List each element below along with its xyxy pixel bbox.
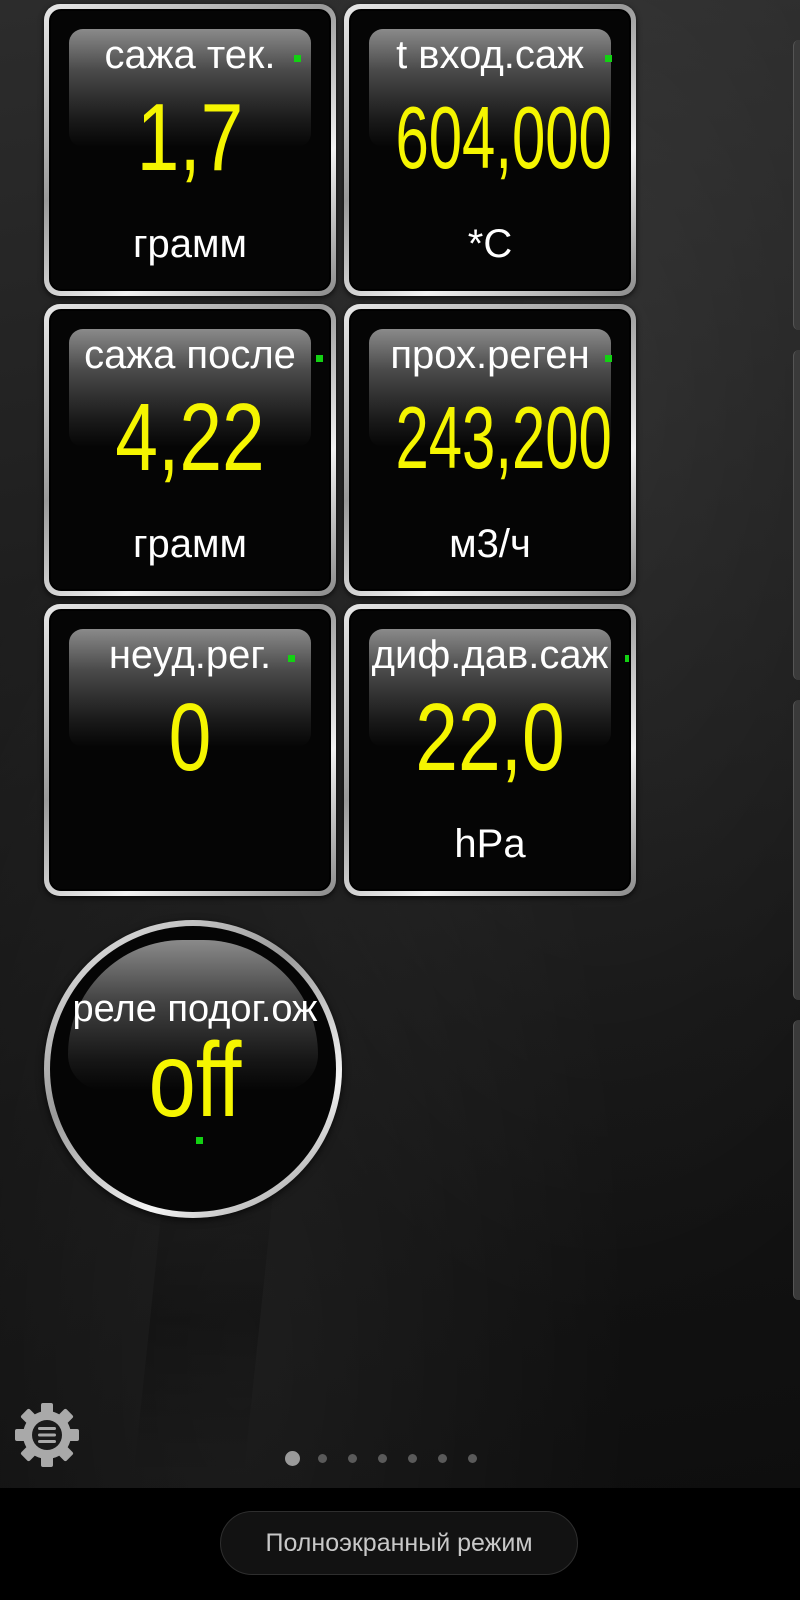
- page-dot-5[interactable]: [408, 1454, 417, 1463]
- gauge-value: 4,22: [115, 384, 265, 491]
- gauge-inlet-temp-soot[interactable]: t вход.саж 604,000 *C: [344, 4, 636, 296]
- status-indicator: [605, 55, 612, 62]
- gauge-face: t вход.саж 604,000 *C: [349, 9, 631, 291]
- page-dot-3[interactable]: [348, 1454, 357, 1463]
- gauge-value: 22,0: [415, 684, 565, 791]
- system-bottom-bar: Полноэкранный режим: [0, 1488, 800, 1600]
- edge-panel-handle-lower[interactable]: [793, 700, 800, 1000]
- status-indicator: [288, 655, 295, 662]
- gauge-face: сажа после 4,22 грамм: [49, 309, 331, 591]
- page-indicator: [0, 1451, 800, 1466]
- gauge-unit: грамм: [132, 222, 248, 266]
- status-indicator: [625, 655, 629, 662]
- gauge-unit: *C: [467, 222, 513, 266]
- gauge-unit: hPa: [454, 822, 526, 866]
- gauge-value: 0: [168, 684, 212, 791]
- gauge-regen-flow[interactable]: прох.реген 243,200 м3/ч: [344, 304, 636, 596]
- page-dot-2[interactable]: [318, 1454, 327, 1463]
- gauge-face: прох.реген 243,200 м3/ч: [349, 309, 631, 591]
- gauge-title: t вход.саж: [396, 33, 584, 77]
- gauge-diff-pressure-soot[interactable]: диф.дав.саж 22,0 hPa: [344, 604, 636, 896]
- gauge-soot-current[interactable]: сажа тек. 1,7 грамм: [44, 4, 336, 296]
- status-indicator: [294, 55, 301, 62]
- gauge-face: диф.дав.саж 22,0 hPa: [349, 609, 631, 891]
- gauge-value: 243,200: [395, 388, 612, 487]
- page-dot-4[interactable]: [378, 1454, 387, 1463]
- gauge-title: прох.реген: [390, 333, 590, 377]
- gauge-title: сажа тек.: [104, 33, 276, 77]
- page-dot-1[interactable]: [285, 1451, 300, 1466]
- gauge-face: неуд.рег. 0: [49, 609, 331, 891]
- gauge-soot-after[interactable]: сажа после 4,22 грамм: [44, 304, 336, 596]
- page-dot-7[interactable]: [468, 1454, 477, 1463]
- edge-panel-handle-middle[interactable]: [793, 350, 800, 680]
- gauge-unit: грамм: [132, 522, 248, 566]
- page-dot-6[interactable]: [438, 1454, 447, 1463]
- gauge-face: сажа тек. 1,7 грамм: [49, 9, 331, 291]
- status-indicator: [316, 355, 323, 362]
- gauge-failed-regen[interactable]: неуд.рег. 0: [44, 604, 336, 896]
- gauge-value: 604,000: [395, 88, 612, 187]
- status-indicator: [605, 355, 612, 362]
- round-gauge-value: off: [148, 1021, 242, 1139]
- dashboard-screen: сажа тек. 1,7 грамм t вход.саж 604,000 *…: [0, 0, 800, 1600]
- gauge-title: сажа после: [84, 333, 296, 377]
- edge-panel-handle-bottom[interactable]: [793, 1020, 800, 1300]
- edge-panel-handle-top[interactable]: [793, 40, 800, 330]
- gauge-title: диф.дав.саж: [371, 633, 609, 677]
- gauge-value: 1,7: [136, 84, 244, 191]
- fullscreen-mode-button[interactable]: Полноэкранный режим: [220, 1511, 578, 1575]
- gauge-unit: м3/ч: [449, 522, 531, 566]
